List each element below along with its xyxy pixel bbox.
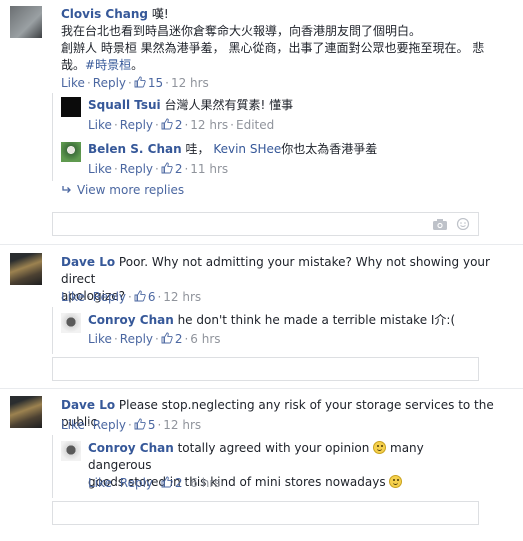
avatar[interactable]	[61, 97, 81, 117]
reply-button[interactable]: Reply	[93, 418, 126, 432]
reply-author[interactable]: Conroy Chan	[88, 441, 174, 455]
like-count[interactable]: 2	[175, 118, 183, 132]
reply-button[interactable]: Reply	[120, 118, 153, 132]
reply-button[interactable]: Reply	[120, 476, 153, 490]
reply-thread-line	[52, 93, 53, 181]
reply-text: he don't think he made a terrible mistak…	[177, 313, 456, 327]
timestamp[interactable]: 6 hrs	[190, 332, 220, 346]
reply-text: 哇，	[185, 142, 210, 156]
comment-author[interactable]: Dave Lo	[61, 255, 115, 269]
like-count[interactable]: 5	[148, 418, 156, 432]
reply-thread-line	[52, 307, 53, 354]
hashtag-link[interactable]: #時景桓	[85, 58, 131, 72]
like-count[interactable]: 2	[175, 476, 183, 490]
reply-text: 你也太為香港爭羞	[281, 142, 378, 156]
reply-text: 台灣人果然有質素! 懂事	[164, 98, 294, 112]
reply-input[interactable]	[52, 501, 479, 525]
reply-button[interactable]: Reply	[120, 162, 153, 176]
like-button[interactable]: Like	[61, 76, 85, 90]
reply-button[interactable]: Reply	[120, 332, 153, 346]
thumbs-up-icon	[134, 290, 146, 302]
comment-text: 。	[131, 58, 144, 72]
like-count[interactable]: 2	[175, 332, 183, 346]
edited-label[interactable]: Edited	[236, 118, 274, 132]
thumbs-up-icon	[134, 76, 146, 88]
thumbs-up-icon	[161, 162, 173, 174]
like-count[interactable]: 15	[148, 76, 163, 90]
reply-author[interactable]: Conroy Chan	[88, 313, 174, 327]
like-button[interactable]: Like	[88, 332, 112, 346]
reply-button[interactable]: Reply	[93, 76, 126, 90]
comment-text: 創辦人 時景桓 果然為港爭羞， 黑心從商，出事了連面對公眾也要拖至現在。 悲	[61, 41, 485, 55]
avatar[interactable]	[61, 313, 81, 333]
timestamp[interactable]: 12 hrs	[163, 290, 201, 304]
view-more-label[interactable]: View more replies	[77, 183, 184, 197]
comment-author[interactable]: Dave Lo	[61, 398, 115, 412]
like-button[interactable]: Like	[88, 162, 112, 176]
smile-emoji-icon	[373, 441, 387, 454]
avatar[interactable]	[10, 253, 42, 285]
timestamp[interactable]: 6 hrs	[190, 476, 220, 490]
like-button[interactable]: Like	[61, 290, 85, 304]
timestamp[interactable]: 11 hrs	[190, 162, 228, 176]
thumbs-up-icon	[134, 418, 146, 430]
reply-author[interactable]: Belen S. Chan	[88, 142, 182, 156]
reply-text: totally agreed with your opinion	[177, 441, 370, 455]
comment-text: 我在台北也看到時昌迷你倉奪命大火報導，向香港朋友問了個明白。	[61, 24, 422, 38]
thumbs-up-icon	[161, 332, 173, 344]
timestamp[interactable]: 12 hrs	[171, 76, 209, 90]
timestamp[interactable]: 12 hrs	[190, 118, 228, 132]
mention-link[interactable]: Kevin SHee	[213, 142, 281, 156]
avatar[interactable]	[61, 142, 81, 162]
comment-divider	[0, 244, 523, 245]
thumbs-up-icon	[161, 118, 173, 130]
like-count[interactable]: 6	[148, 290, 156, 304]
thumbs-up-icon	[161, 476, 173, 488]
like-count[interactable]: 2	[175, 162, 183, 176]
comment-author[interactable]: Clovis Chang	[61, 7, 148, 21]
reply-thread-line	[52, 435, 53, 498]
camera-icon[interactable]	[432, 218, 448, 230]
comment-text: 嘆!	[151, 7, 169, 21]
timestamp[interactable]: 12 hrs	[163, 418, 201, 432]
like-button[interactable]: Like	[88, 118, 112, 132]
reply-author[interactable]: Squall Tsui	[88, 98, 161, 112]
reply-input[interactable]	[52, 357, 479, 381]
like-button[interactable]: Like	[88, 476, 112, 490]
smile-emoji-icon	[389, 475, 403, 488]
like-button[interactable]: Like	[61, 418, 85, 432]
avatar[interactable]	[10, 6, 42, 38]
avatar[interactable]	[10, 396, 42, 428]
view-more-replies-link[interactable]: View more replies	[61, 183, 184, 197]
comment-text: 哉。	[61, 58, 86, 72]
reply-button[interactable]: Reply	[93, 290, 126, 304]
reply-input[interactable]	[52, 212, 479, 236]
comment-text: Poor. Why not admitting your mistake? Wh…	[61, 255, 490, 286]
avatar[interactable]	[61, 441, 81, 461]
comment-divider	[0, 388, 523, 389]
reply-arrow-icon	[62, 186, 71, 193]
emoji-icon[interactable]	[456, 218, 470, 230]
